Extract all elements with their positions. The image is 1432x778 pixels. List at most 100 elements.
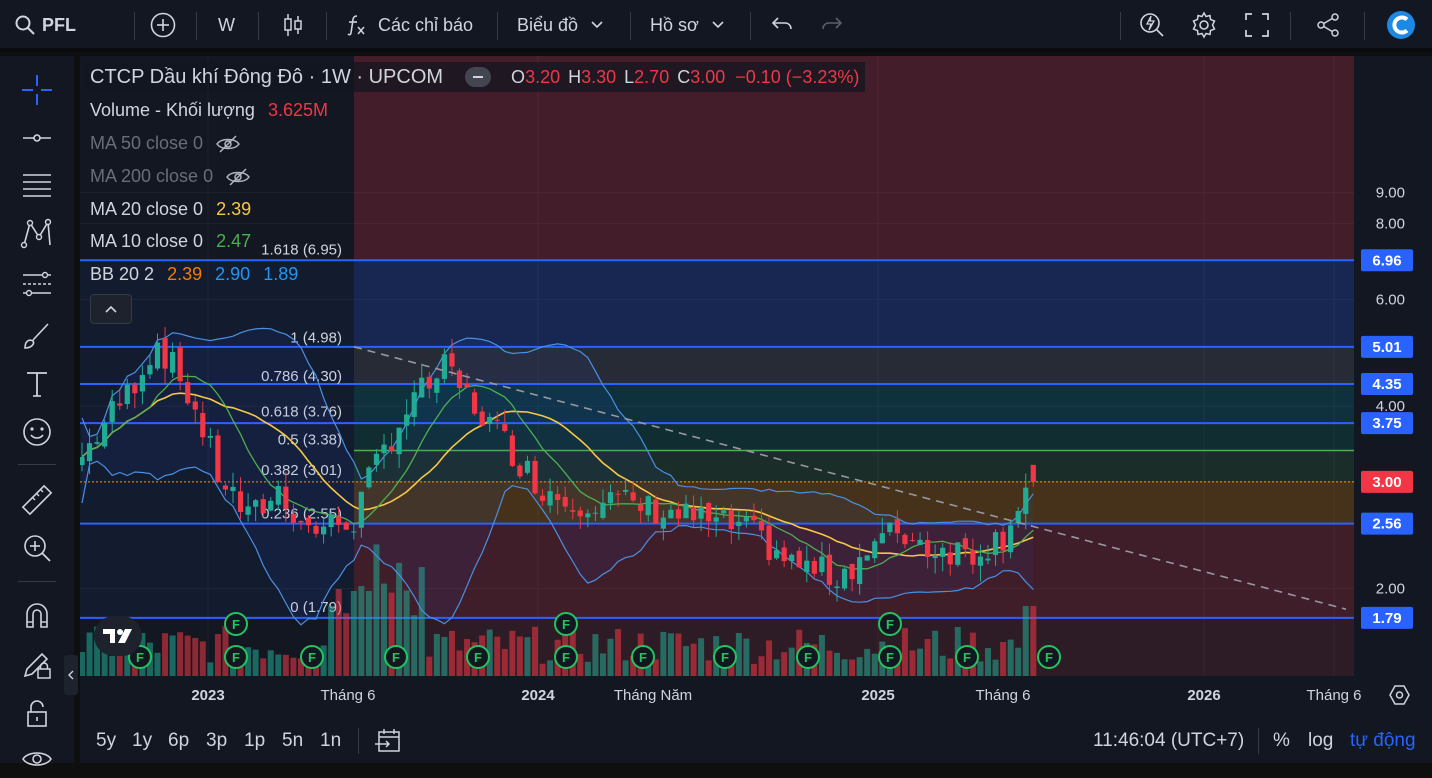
bb-basis-value: 2.39 <box>167 264 203 284</box>
chevron-down-icon <box>591 21 603 29</box>
fib-retracement-tool[interactable] <box>18 167 56 205</box>
redo-button[interactable] <box>820 0 844 50</box>
fullscreen-button[interactable] <box>1244 0 1270 50</box>
candle <box>841 567 848 591</box>
toolbar-collapse-handle[interactable] <box>64 655 78 695</box>
volume-bar <box>698 638 705 676</box>
tv-logo-icon <box>103 629 132 643</box>
ma10-legend[interactable]: MA 10 close 0 2.47 <box>90 231 251 252</box>
price-chart[interactable]: 1.618 (6.95)1 (4.98)0.786 (4.30)0.618 (3… <box>79 56 1432 778</box>
price-tick-label: 8.00 <box>1376 216 1405 233</box>
volume-bar <box>683 646 689 676</box>
candle-body <box>456 370 463 389</box>
bb-upper-value: 2.90 <box>215 264 251 284</box>
interval-button[interactable]: W <box>218 0 235 50</box>
eye-crossed-icon <box>226 167 250 186</box>
bb-legend[interactable]: BB 20 2 2.39 2.90 1.89 <box>90 264 298 285</box>
crosshair-tool[interactable] <box>18 71 56 109</box>
volume-bar <box>607 638 614 676</box>
volume-bar <box>441 636 448 676</box>
volume-bar <box>826 650 833 676</box>
candle-body <box>653 499 659 524</box>
volume-bar <box>282 654 289 676</box>
emoji-tool[interactable] <box>18 413 56 451</box>
prediction-tool[interactable] <box>18 265 56 303</box>
trend-line-tool[interactable] <box>18 119 56 157</box>
profile-menu[interactable]: Hồ sơ <box>650 0 725 50</box>
compare-symbol-button[interactable] <box>150 0 176 50</box>
volume-bar <box>252 649 259 676</box>
candle-body <box>132 384 138 394</box>
range-button-5n[interactable]: 5n <box>282 718 303 763</box>
go-to-date-button[interactable] <box>374 718 402 763</box>
candle-body <box>426 376 432 389</box>
divider <box>18 464 56 465</box>
range-button-1p[interactable]: 1p <box>244 718 265 763</box>
fib-zone-1618 <box>354 260 1354 347</box>
dividend-marker: F <box>554 612 578 636</box>
range-button-1y[interactable]: 1y <box>132 718 152 763</box>
settings-button[interactable] <box>1190 0 1218 50</box>
pencil-lock-icon <box>23 652 51 679</box>
volume-bar <box>871 653 878 676</box>
magnet-tool[interactable] <box>18 597 56 635</box>
lock-all-tool[interactable] <box>18 695 56 733</box>
volume-bar <box>750 663 757 676</box>
ma10-label: MA 10 close 0 <box>90 231 204 251</box>
indicators-button[interactable]: Các chỉ báo <box>344 0 473 50</box>
smiley-icon <box>23 418 51 446</box>
range-button-1n[interactable]: 1n <box>320 718 341 763</box>
text-tool[interactable] <box>18 365 56 403</box>
log-scale-toggle[interactable]: log <box>1308 718 1333 763</box>
volume-bar <box>599 653 606 676</box>
volume-legend[interactable]: Volume - Khối lượng 3.625M <box>90 100 328 121</box>
time-axis-overlay[interactable]: 2023 Tháng 6 2024 Tháng Năm 2025 Tháng 6 2026 T… <box>80 678 1432 718</box>
tradingview-logo[interactable] <box>94 616 142 656</box>
volume-bar <box>177 632 184 676</box>
candle-body <box>230 486 236 492</box>
fib-label: 1.618 (6.95) <box>261 242 342 259</box>
price-axis[interactable]: 9.008.006.004.002.001.006.965.014.353.75… <box>1354 56 1432 778</box>
candle-body <box>268 500 274 511</box>
price-tag: 3.00 <box>1361 470 1413 493</box>
zoom-in-tool[interactable] <box>18 529 56 567</box>
ma20-legend[interactable]: MA 20 close 0 2.39 <box>90 199 251 220</box>
collapse-indicators-button[interactable] <box>90 294 132 324</box>
close-value: 3.00 <box>690 66 726 87</box>
range-button-5y[interactable]: 5y <box>96 718 116 763</box>
collapse-legend-button[interactable] <box>465 67 492 87</box>
candle-body <box>185 382 191 404</box>
auto-scale-toggle[interactable]: tự động <box>1350 718 1416 763</box>
undo-button[interactable] <box>770 0 794 50</box>
percent-scale-toggle[interactable]: % <box>1273 718 1290 763</box>
volume-bar <box>109 656 116 676</box>
clock-timezone[interactable]: 11:46:04 (UTC+7) <box>1093 718 1244 763</box>
lock-drawing-tool[interactable] <box>18 645 56 683</box>
hide-drawings-tool[interactable] <box>18 740 56 778</box>
profile-label: Hồ sơ <box>650 14 699 35</box>
chart-pane[interactable]: 1.618 (6.95) 1 (4.98) 0.786 (4.30) 0.618 (3… <box>79 56 1432 778</box>
symbol-search-button[interactable]: PFL <box>14 0 76 50</box>
low-label: L <box>624 66 635 87</box>
ma50-legend[interactable]: MA 50 close 0 <box>90 133 241 154</box>
ma200-legend[interactable]: MA 200 close 0 <box>90 166 251 187</box>
candle-body <box>864 555 870 561</box>
account-button[interactable] <box>1386 0 1416 50</box>
price-tag-label: 3.75 <box>1372 415 1401 432</box>
share-button[interactable] <box>1314 0 1342 50</box>
pattern-tool[interactable] <box>18 215 56 253</box>
drawing-toolbar <box>0 56 74 766</box>
range-button-3p[interactable]: 3p <box>206 718 227 763</box>
chart-layout-menu[interactable]: Biểu đồ <box>517 0 604 50</box>
chart-type-button[interactable] <box>282 0 304 50</box>
quick-search-button[interactable] <box>1138 0 1166 50</box>
candle-body <box>1023 487 1029 514</box>
candle-body <box>487 416 493 424</box>
volume-bar <box>977 661 984 676</box>
bottom-toolbar: 5y 1y 6p 3p 1p 5n 1n 11:46:04 (UTC+7) % log tự… <box>80 718 1432 763</box>
measure-tool[interactable] <box>18 481 56 519</box>
candle-body <box>615 493 621 495</box>
range-button-6p[interactable]: 6p <box>168 718 189 763</box>
low-value: 2.70 <box>634 66 670 87</box>
brush-tool[interactable] <box>18 317 56 355</box>
